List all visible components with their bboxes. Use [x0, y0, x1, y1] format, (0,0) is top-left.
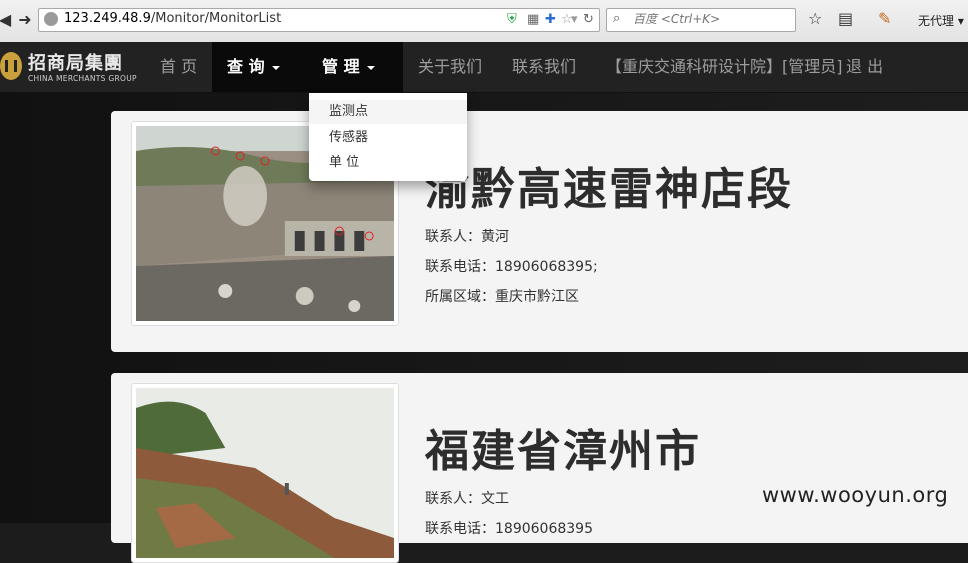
- contact-person: 联系人：文工: [425, 491, 509, 507]
- search-box[interactable]: ⌕: [606, 8, 796, 32]
- url-text[interactable]: 123.249.48.9/Monitor/MonitorList: [64, 11, 281, 26]
- proxy-menu[interactable]: 无代理 ▾: [918, 12, 964, 29]
- logo-cn-text: 招商局集團: [28, 53, 123, 74]
- manage-dropdown: 监测点 传感器 单 位: [309, 93, 467, 181]
- forward-icon[interactable]: ➜: [16, 10, 34, 30]
- nav-home[interactable]: 首 页: [160, 42, 197, 92]
- dropdown-item-monitor-point[interactable]: 监测点: [309, 100, 467, 124]
- region: 所属区域：重庆市黔江区: [425, 289, 579, 305]
- chevron-down-icon[interactable]: ▾: [571, 12, 578, 28]
- nav-logout[interactable]: 退 出: [846, 42, 883, 92]
- caret-down-icon: [366, 65, 375, 70]
- nav-user-info: 【重庆交通科研设计院】[管理员]: [606, 57, 843, 76]
- nav-manage[interactable]: 管 理: [308, 42, 403, 92]
- add-icon[interactable]: ✚: [545, 12, 556, 28]
- logo-emblem-icon: [0, 52, 22, 80]
- qr-code-icon[interactable]: ▦: [527, 12, 539, 28]
- extension-icon[interactable]: ✎: [878, 9, 891, 29]
- watermark: www.wooyun.org: [762, 483, 949, 507]
- contact-person: 联系人：黄河: [425, 229, 509, 245]
- contact-phone: 联系电话：18906068395: [425, 521, 593, 537]
- reload-icon[interactable]: ↻: [583, 12, 594, 28]
- logo-en-text: CHINA MERCHANTS GROUP: [28, 74, 137, 83]
- nav-contact[interactable]: 联系我们: [512, 42, 576, 92]
- caret-down-icon: [271, 65, 280, 70]
- reader-icon[interactable]: ▤: [838, 9, 853, 29]
- back-icon[interactable]: ◀: [0, 10, 14, 30]
- shield-icon[interactable]: ⛨: [507, 12, 517, 28]
- nav-query-label: 查 询: [227, 57, 265, 76]
- nav-about[interactable]: 关于我们: [418, 42, 482, 92]
- nav-query[interactable]: 查 询: [212, 42, 308, 92]
- dropdown-item-unit[interactable]: 单 位: [309, 151, 467, 175]
- logo[interactable]: 招商局集團 CHINA MERCHANTS GROUP: [0, 48, 140, 86]
- nav-manage-label: 管 理: [322, 57, 360, 76]
- browser-toolbar: ◀ ➜ 123.249.48.9/Monitor/MonitorList ⛨ ▦…: [0, 0, 968, 43]
- bookmark-star-icon[interactable]: ☆: [808, 9, 822, 29]
- site-photo[interactable]: [131, 383, 399, 563]
- contact-phone: 联系电话：18906068395;: [425, 259, 598, 275]
- card-title[interactable]: 渝黔高速雷神店段: [425, 153, 793, 217]
- monitor-card: 福建省漳州市 联系人：文工 联系电话：18906068395: [111, 373, 968, 563]
- monitor-card: 渝黔高速雷神店段 联系人：黄河 联系电话：18906068395; 所属区域：重…: [111, 111, 968, 352]
- dropdown-item-sensor[interactable]: 传感器: [309, 126, 467, 150]
- search-input[interactable]: [631, 11, 793, 27]
- search-icon: ⌕: [613, 11, 621, 26]
- slope-photo: [136, 388, 394, 558]
- card-title[interactable]: 福建省漳州市: [425, 415, 701, 479]
- site-navbar: 招商局集團 CHINA MERCHANTS GROUP 首 页 查 询 管 理 …: [0, 42, 968, 93]
- globe-icon: [44, 12, 58, 26]
- address-bar[interactable]: 123.249.48.9/Monitor/MonitorList ⛨ ▦ ✚ ☆…: [38, 8, 600, 32]
